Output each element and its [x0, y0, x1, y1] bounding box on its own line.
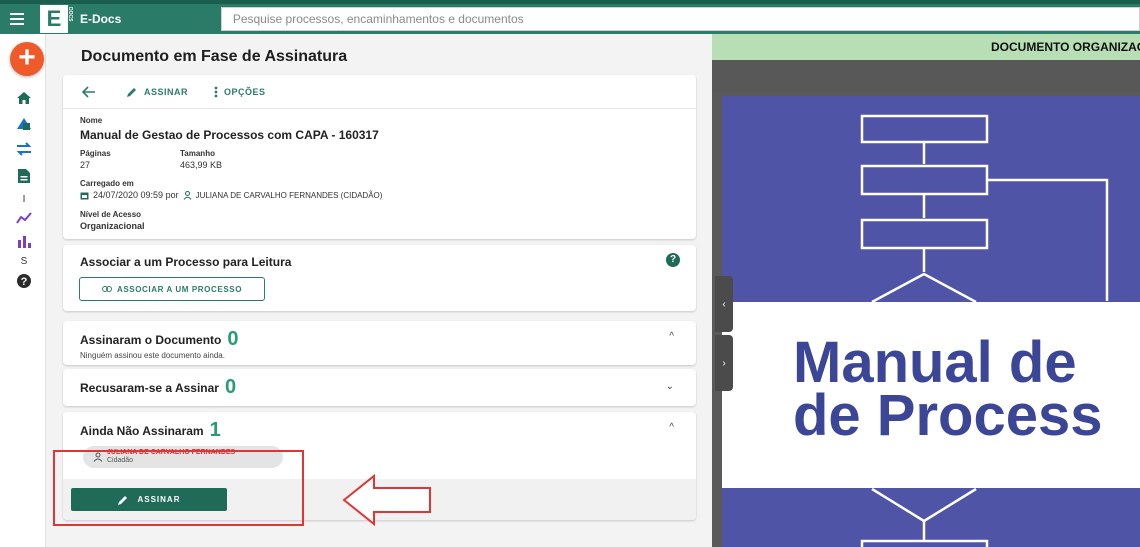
- back-arrow-icon: [82, 85, 95, 98]
- refused-count: 0: [224, 376, 237, 398]
- more-vertical-icon: [214, 86, 218, 97]
- chevron-up-icon[interactable]: ^: [669, 331, 674, 342]
- uploaded-label: Carregado em: [80, 179, 134, 188]
- chevron-down-icon[interactable]: ⌄: [666, 381, 674, 392]
- brand-name: E-Docs: [79, 12, 122, 26]
- shapes-icon[interactable]: [14, 115, 34, 133]
- uploaded-row: 24/07/2020 09:59 por JULIANA DE CARVALHO…: [80, 190, 382, 200]
- pending-count: 1: [209, 419, 221, 441]
- uploaded-value: 24/07/2020 09:59 por: [93, 190, 179, 200]
- left-rail: + I S ?: [0, 34, 46, 547]
- home-icon[interactable]: [14, 89, 34, 107]
- document-icon[interactable]: [14, 167, 34, 185]
- pending-title-row: Ainda Não Assinaram 1: [80, 419, 221, 442]
- app-root: E DOCS E-Docs + I S ? Docu: [0, 0, 1140, 547]
- annotation-highlight-box: [53, 450, 304, 526]
- access-label: Nível de Acesso: [80, 210, 142, 219]
- search-input[interactable]: [220, 7, 1140, 31]
- signed-empty-text: Ninguém assinou este documento ainda.: [80, 351, 225, 360]
- app-logo[interactable]: E DOCS: [39, 5, 73, 33]
- logo-sub: DOCS: [66, 7, 73, 22]
- access-value: Organizacional: [80, 221, 145, 231]
- document-viewer: DOCUMENTO ORGANIZACIONAL: [712, 34, 1140, 547]
- refused-section[interactable]: Recusaram-se a Assinar 0 ⌄: [63, 369, 696, 406]
- viewer-banner: DOCUMENTO ORGANIZACIONAL: [712, 34, 1140, 60]
- refused-title: Recusaram-se a Assinar: [80, 380, 219, 395]
- sign-toolbar-label: ASSINAR: [144, 86, 189, 97]
- pending-title: Ainda Não Assinaram: [80, 423, 204, 438]
- pages-value: 27: [80, 160, 91, 170]
- page-title: Documento em Fase de Assinatura: [81, 48, 348, 65]
- sign-toolbar-button[interactable]: ASSINAR: [126, 86, 188, 98]
- size-label: Tamanho: [180, 149, 215, 158]
- link-icon: [101, 286, 112, 292]
- size-value: 463,99 KB: [180, 160, 223, 170]
- associate-card: Associar a um Processo para Leitura ? AS…: [63, 245, 696, 311]
- pdf-title-line2: de Process: [793, 383, 1103, 448]
- associate-process-button[interactable]: ASSOCIAR A UM PROCESSO: [79, 277, 265, 301]
- document-name: Manual de Gestao de Processos com CAPA -…: [80, 128, 379, 142]
- chevron-up-icon[interactable]: ^: [669, 422, 674, 433]
- pencil-icon: [127, 87, 136, 97]
- menu-icon[interactable]: [0, 4, 34, 34]
- refused-title-row: Recusaram-se a Assinar 0: [80, 376, 236, 399]
- collapse-left-handle[interactable]: ‹: [715, 276, 733, 332]
- top-bar: E DOCS E-Docs: [0, 0, 1140, 34]
- associate-button-label: ASSOCIAR A UM PROCESSO: [116, 284, 243, 294]
- rail-label-i: I: [22, 194, 26, 205]
- annotation-arrow-icon: [342, 473, 431, 527]
- trend-icon[interactable]: [14, 209, 34, 227]
- document-details-card: ASSINAR OPÇÕES Nome Manual de Gestao de …: [63, 75, 696, 239]
- name-label: Nome: [80, 116, 103, 125]
- calendar-icon: [80, 192, 89, 199]
- document-toolbar: ASSINAR OPÇÕES: [63, 75, 696, 109]
- signed-section[interactable]: Assinaram o Documento 0 Ninguém assinou …: [63, 321, 696, 365]
- signed-count: 0: [227, 328, 239, 350]
- pages-label: Páginas: [80, 149, 111, 158]
- rail-help-icon[interactable]: ?: [14, 272, 34, 290]
- pdf-page[interactable]: Manual de de Process: [722, 96, 1140, 547]
- help-icon[interactable]: ?: [666, 253, 680, 267]
- rail-label-s: S: [20, 256, 28, 267]
- swap-icon[interactable]: [14, 140, 34, 158]
- signed-title-row: Assinaram o Documento 0: [80, 328, 239, 351]
- associate-title: Associar a um Processo para Leitura: [80, 255, 292, 269]
- back-button[interactable]: [82, 85, 96, 98]
- signed-title: Assinaram o Documento: [80, 332, 222, 347]
- svg-text:?: ?: [21, 276, 28, 288]
- logo-letter: E: [46, 6, 62, 31]
- expand-right-handle[interactable]: ›: [715, 335, 733, 391]
- options-button[interactable]: OPÇÕES: [214, 86, 266, 98]
- viewer-toolbar: [712, 60, 1140, 92]
- options-label: OPÇÕES: [224, 86, 266, 97]
- person-icon: [183, 190, 191, 200]
- bar-chart-icon[interactable]: [14, 232, 34, 250]
- uploader-name: JULIANA DE CARVALHO FERNANDES (CIDADÃO): [195, 190, 383, 200]
- add-button[interactable]: +: [10, 42, 44, 76]
